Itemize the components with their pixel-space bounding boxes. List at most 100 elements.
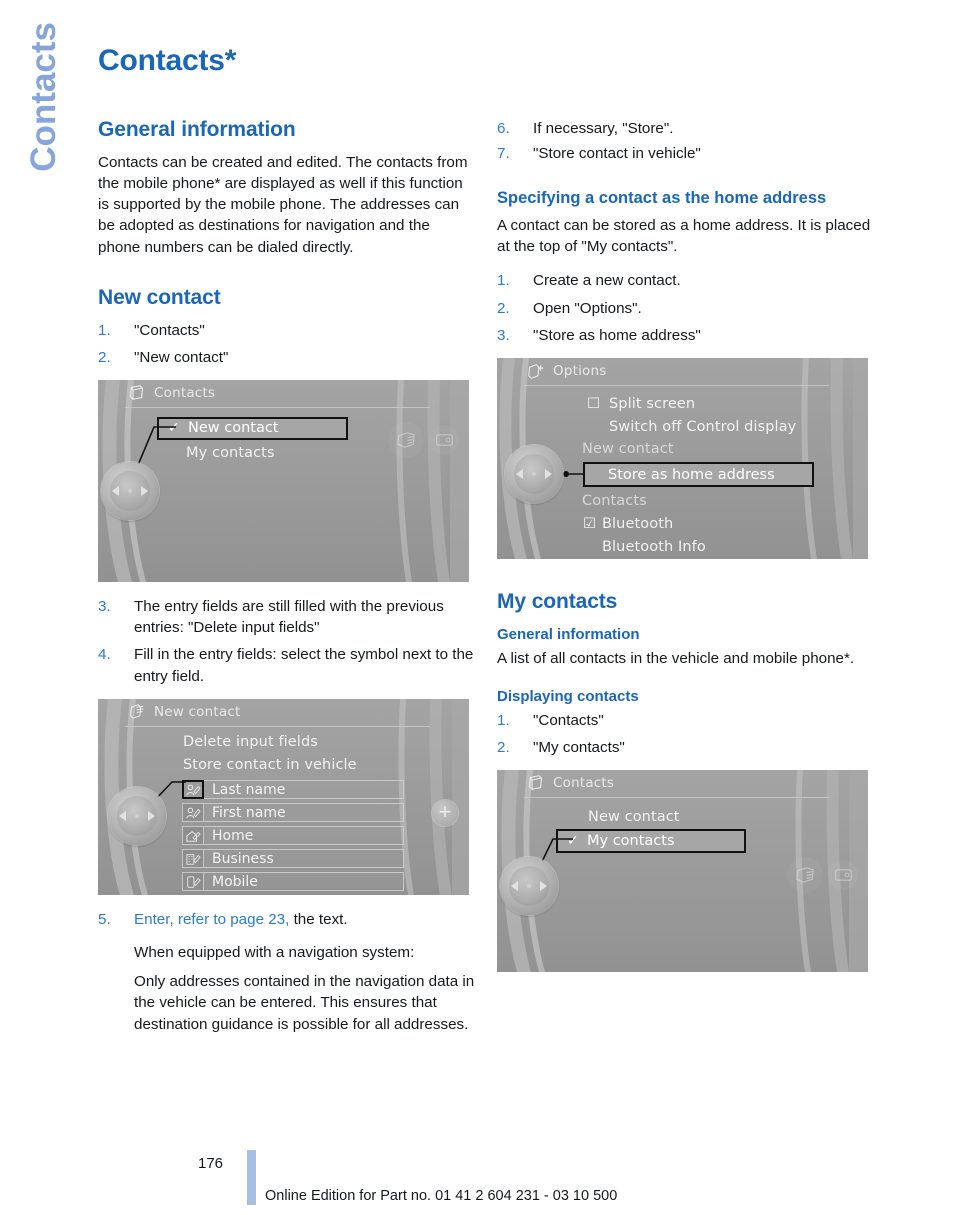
menu-item-label: My contacts [186,445,275,462]
step-number: 1. [497,711,510,729]
screen-header-title: Contacts [553,774,615,791]
menu-item-store-contact-in-vehicle[interactable]: Store contact in vehicle [98,754,469,777]
menu-item-bluetooth[interactable]: ☑ Bluetooth [497,512,868,535]
step-text: "My contacts" [533,738,625,756]
step-number: 5. [98,910,111,928]
heading-my-contacts: My contacts [497,590,618,614]
paragraph-general-information: Contacts can be created and edited. The … [98,153,468,256]
screen-menu: New contact [497,806,868,829]
multimedia-icon[interactable] [787,857,823,893]
illustration-contacts-menu: Contacts ✓ New contact My contacts [98,379,469,582]
paragraph-home-address: A contact can be stored as a home addres… [497,217,871,256]
screen-header: Contacts [98,380,469,406]
illustration-options-menu: Options ☐ Split screen Switch off Contro… [497,358,868,560]
entry-field-label: First name [212,804,286,821]
screen-header: Contacts [497,770,868,796]
idrive-controller-icon[interactable] [505,445,563,504]
building-edit-icon [182,849,204,869]
step-text: The entry fields are still filled with t… [134,597,444,637]
list-item: 4. Fill in the entry fields: select the … [98,644,475,686]
list-item: 2. Open "Options". [497,298,874,319]
menu-item-label: New contact [588,809,680,826]
idrive-controller-icon[interactable] [108,786,166,845]
home-address-steps: 1. Create a new contact. 2. Open "Option… [497,270,874,346]
menu-item-bluetooth-info[interactable]: Bluetooth Info [497,535,868,558]
contacts-book-icon [528,775,543,791]
step-number: 7. [497,145,510,163]
house-edit-icon [182,826,204,846]
heading-new-contact: New contact [98,285,221,309]
step-number: 1. [98,321,111,339]
step-number: 4. [98,646,111,664]
multimedia-icon[interactable] [388,422,424,458]
entry-field-label: Last name [212,781,286,798]
page-number: 176 [198,1155,224,1172]
menu-item-label: Bluetooth Info [602,538,706,555]
checkbox-checked-icon: ☑ [583,515,597,532]
new-contact-step-5: 5. Enter, refer to page 23, the text. [98,909,475,930]
entry-field-label: Home [212,827,254,844]
screen-menu-bottom: Contacts ☑ Bluetooth Bluetooth Info [497,489,868,558]
step-text: "Contacts" [134,321,205,339]
screen-menu: Delete input fields Store contact in veh… [98,731,469,777]
entry-field-mobile[interactable]: Mobile [182,872,404,892]
entry-field-home[interactable]: Home [182,826,404,846]
step-text: "Contacts" [533,711,604,729]
screen-header: Options [497,358,868,384]
callout-line [563,471,585,478]
heading-displaying-contacts: Displaying contacts [497,687,639,705]
illustration-new-contact-fields: New contact Delete input fields Store co… [98,698,469,895]
menu-item-delete-input-fields[interactable]: Delete input fields [98,731,469,754]
screen-header-divider [524,796,829,798]
step-text: "Store as home address" [533,326,701,344]
step-number: 2. [497,299,510,317]
entry-field-last-name[interactable]: Last name [182,780,404,800]
menu-item-my-contacts[interactable]: ✓ My contacts [556,828,746,853]
chapter-tab: Contacts [13,22,73,252]
step-text: Create a new contact. [533,272,681,290]
step-number: 2. [98,348,111,366]
heading-specifying-home-address: Specifying a contact as the home address [497,189,827,208]
note-navigation-addresses: Only addresses contained in the navigati… [134,973,475,1033]
entry-field-label: Business [212,850,274,867]
list-item: 1. "Contacts" [98,320,475,341]
step-text: "Store contact in vehicle" [533,145,701,163]
menu-item-label: Store contact in vehicle [183,757,357,774]
step-text: Open "Options". [533,299,642,317]
idrive-controller-icon[interactable] [101,461,159,520]
display-icon[interactable] [828,860,858,890]
list-item: 1. Create a new contact. [497,270,874,291]
cross-reference-link[interactable]: Enter, refer to page 23, [134,911,289,928]
step-text: "New contact" [134,348,229,366]
plus-icon[interactable]: + [432,799,458,826]
menu-item-label: My contacts [587,832,675,849]
footer-note: Online Edition for Part no. 01 41 2 604 … [265,1188,618,1204]
entry-field-business[interactable]: Business [182,849,404,869]
footer-accent-bar [247,1150,256,1205]
menu-item-new-contact[interactable]: ✓ New contact [157,416,348,440]
displaying-contacts-steps: 1. "Contacts" 2. "My contacts" [497,710,874,758]
screen-header-divider [125,406,430,408]
step-number: 3. [98,597,111,615]
step-number: 1. [497,272,510,290]
list-item: 2. "My contacts" [497,737,874,758]
menu-item-store-as-home-address[interactable]: Store as home address [583,462,814,488]
menu-item-new-contact[interactable]: New contact [497,806,868,829]
display-icon[interactable] [429,425,459,455]
screen-menu: ☐ Split screen Switch off Control displa… [497,392,868,438]
menu-item-label: Bluetooth [602,515,674,532]
step-number: 3. [497,326,510,344]
contacts-book-icon [129,385,144,401]
checkbox-icon: ☐ [587,395,601,412]
entry-field-first-name[interactable]: First name [182,803,404,823]
heading-general-information: General information [98,118,296,141]
new-contact-steps-continued: 3. The entry fields are still filled wit… [98,596,475,687]
chapter-tab-label: Contacts [23,22,63,172]
step-text: Fill in the entry fields: select the sym… [134,646,474,685]
list-item: 3. "Store as home address" [497,325,874,346]
list-item: 5. Enter, refer to page 23, the text. [98,909,475,930]
idrive-controller-icon[interactable] [500,856,558,915]
new-contact-icon [130,704,144,720]
list-item: 7. "Store contact in vehicle" [497,143,874,164]
menu-item-split-screen[interactable]: ☐ Split screen [497,392,868,415]
